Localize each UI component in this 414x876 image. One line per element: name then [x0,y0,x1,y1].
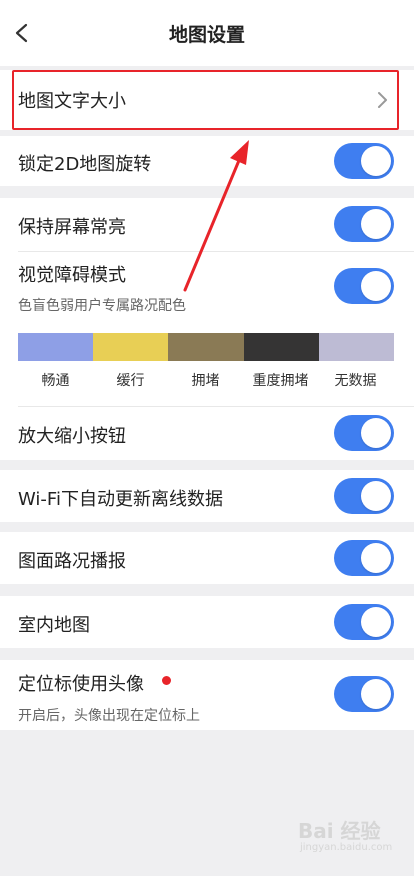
watermark-logo: Bai 经验 [298,819,381,843]
annotation-arrow-icon [183,140,249,292]
watermark-url: jingyan.baidu.com [300,842,393,853]
